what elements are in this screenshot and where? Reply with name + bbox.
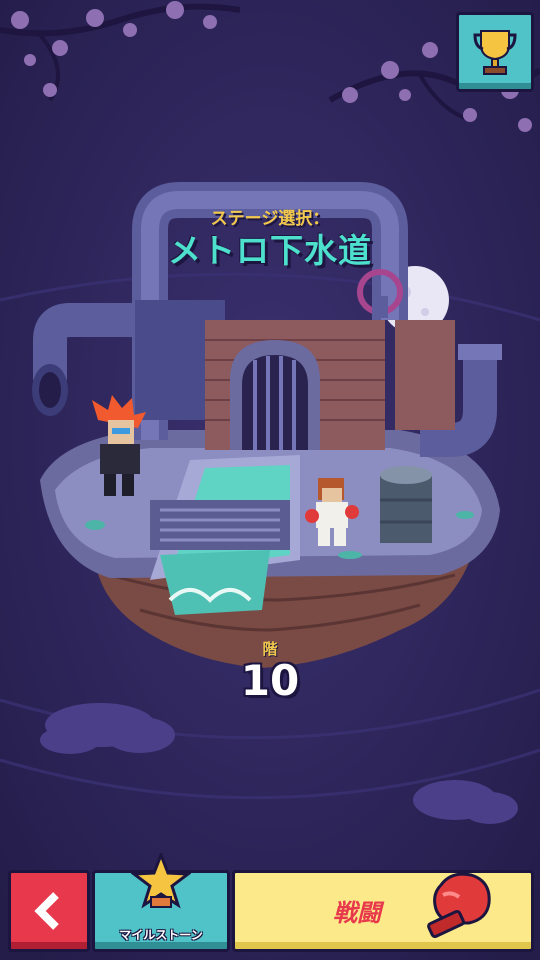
battle-label: 戦闘 bbox=[333, 899, 381, 927]
star-icon bbox=[131, 853, 191, 909]
floor-number: 10 bbox=[240, 656, 300, 705]
milestone-label: マイルストーン bbox=[119, 928, 203, 942]
background-scene bbox=[0, 0, 540, 960]
boxing-glove-icon bbox=[427, 872, 491, 939]
trophy-button[interactable] bbox=[456, 12, 534, 92]
milestone-button[interactable]: マイルストーン bbox=[92, 853, 230, 952]
trophy-icon bbox=[473, 30, 517, 75]
back-button[interactable] bbox=[8, 870, 90, 952]
chevron-left-icon bbox=[34, 892, 59, 930]
oil-barrel bbox=[380, 466, 432, 543]
stage-name: メトロ下水道 bbox=[168, 231, 372, 270]
battle-button[interactable]: 戦闘 bbox=[232, 870, 534, 952]
